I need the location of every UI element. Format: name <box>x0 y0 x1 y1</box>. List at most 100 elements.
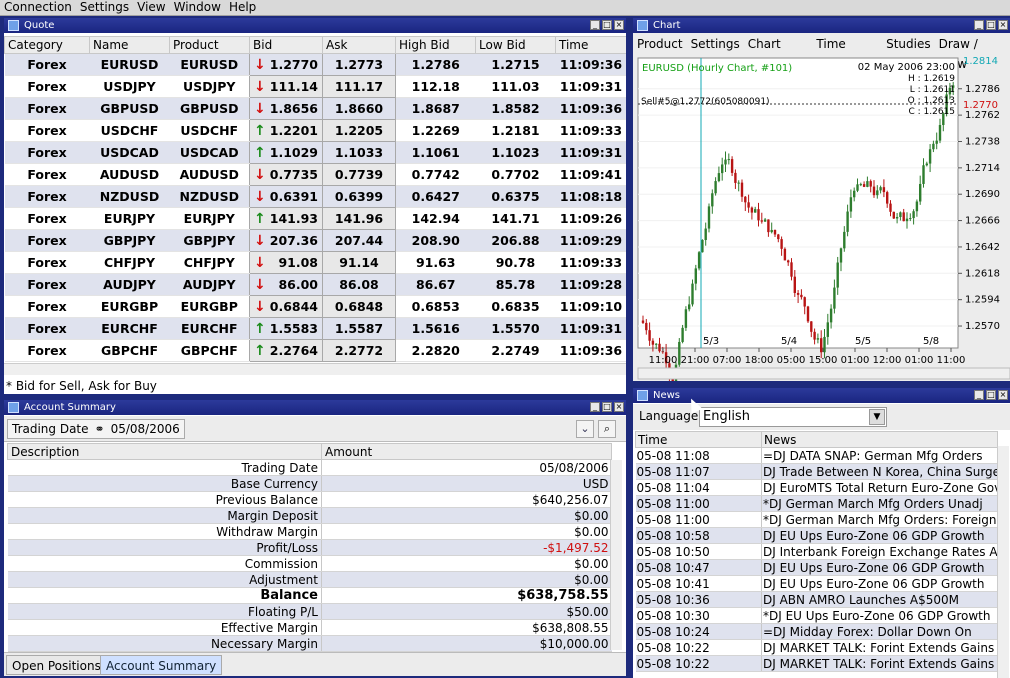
quote-row[interactable]: Forex EURJPY EURJPY ↑ 141.93 141.96 142.94 141.… <box>4 207 626 230</box>
maximize-icon[interactable]: □ <box>986 390 996 400</box>
ask-button[interactable]: 86.08 <box>322 273 396 296</box>
quote-row[interactable]: Forex EURCHF EURCHF ↑ 1.5583 1.5587 1.5616 1.55… <box>4 317 626 340</box>
column-header-news[interactable]: News <box>761 431 998 448</box>
ask-button[interactable]: 141.96 <box>322 207 396 230</box>
bid-button[interactable]: ↑ 141.93 <box>249 207 323 230</box>
menu-connection[interactable]: Connection <box>0 0 76 15</box>
chart-horizontal-scrollbar[interactable] <box>637 367 1010 380</box>
column-header-name[interactable]: Name <box>89 36 170 54</box>
news-row[interactable]: 05-08 11:07 DJ Trade Between N Korea, Chi… <box>635 463 998 480</box>
bid-button[interactable]: ↓ 86.00 <box>249 273 323 296</box>
column-header-time[interactable]: Time <box>555 36 626 54</box>
ask-button[interactable]: 1.2773 <box>322 53 396 76</box>
news-row[interactable]: 05-08 10:24 =DJ Midday Forex: Dollar Down… <box>635 623 998 640</box>
quote-row[interactable]: Forex GBPCHF GBPCHF ↑ 2.2764 2.2772 2.2820 2.27… <box>4 339 626 362</box>
news-row[interactable]: 05-08 11:00 *DJ German March Mfg Orders: … <box>635 511 998 528</box>
ask-button[interactable]: 0.6848 <box>322 295 396 318</box>
column-header-product[interactable]: Product <box>169 36 250 54</box>
ask-button[interactable]: 111.17 <box>322 75 396 98</box>
bid-button[interactable]: ↑ 2.2764 <box>249 339 323 362</box>
tab-open-positions[interactable]: Open Positions <box>6 655 107 675</box>
chart-menu-draw-view[interactable]: Draw / View <box>935 34 1010 71</box>
minimize-icon[interactable]: _ <box>590 20 600 30</box>
quote-row[interactable]: Forex USDCAD USDCAD ↑ 1.1029 1.1033 1.1061 1.10… <box>4 141 626 164</box>
close-icon[interactable]: × <box>998 390 1008 400</box>
chart-menu-settings[interactable]: Settings <box>687 34 744 54</box>
bid-button[interactable]: ↓ 0.6391 <box>249 185 323 208</box>
ask-button[interactable]: 0.6399 <box>322 185 396 208</box>
quote-titlebar[interactable]: Quote _ □ × <box>4 18 626 33</box>
column-header-description[interactable]: Description <box>7 443 322 460</box>
ask-button[interactable]: 1.8660 <box>322 97 396 120</box>
bid-button[interactable]: ↓ 91.08 <box>249 251 323 274</box>
news-row[interactable]: 05-08 10:36 DJ ABN AMRO Launches A$500M <box>635 591 998 608</box>
search-icon[interactable]: ⌕ <box>598 420 616 438</box>
news-row[interactable]: 05-08 10:50 DJ Interbank Foreign Exchange… <box>635 543 998 560</box>
quote-row[interactable]: Forex USDCHF USDCHF ↑ 1.2201 1.2205 1.2269 1.21… <box>4 119 626 142</box>
maximize-icon[interactable]: □ <box>986 20 996 30</box>
ask-button[interactable]: 1.1033 <box>322 141 396 164</box>
bid-button[interactable]: ↓ 111.14 <box>249 75 323 98</box>
news-row[interactable]: 05-08 10:41 DJ EU Ups Euro-Zone 06 GDP Gr… <box>635 575 998 592</box>
bid-button[interactable]: ↓ 0.6844 <box>249 295 323 318</box>
ask-button[interactable]: 207.44 <box>322 229 396 252</box>
language-select[interactable]: English ▼ <box>699 407 887 427</box>
trading-date-picker[interactable]: Trading Date ⚭ 05/08/2006 <box>7 419 185 439</box>
minimize-icon[interactable]: _ <box>590 402 600 412</box>
news-row[interactable]: 05-08 11:08 =DJ DATA SNAP: German Mfg Ord… <box>635 447 998 464</box>
quote-row[interactable]: Forex NZDUSD NZDUSD ↓ 0.6391 0.6399 0.6427 0.63… <box>4 185 626 208</box>
news-row[interactable]: 05-08 11:04 DJ EuroMTS Total Return Euro-… <box>635 479 998 496</box>
quote-row[interactable]: Forex AUDJPY AUDJPY ↓ 86.00 86.08 86.67 85.78 11… <box>4 273 626 296</box>
ask-button[interactable]: 1.2205 <box>322 119 396 142</box>
column-header-bid[interactable]: Bid <box>249 36 323 54</box>
ask-button[interactable]: 1.5587 <box>322 317 396 340</box>
close-icon[interactable]: × <box>998 20 1008 30</box>
ask-button[interactable]: 2.2772 <box>322 339 396 362</box>
quote-row[interactable]: Forex GBPUSD GBPUSD ↓ 1.8656 1.8660 1.8687 1.85… <box>4 97 626 120</box>
chart-menu-product[interactable]: Product <box>633 34 687 54</box>
maximize-icon[interactable]: □ <box>602 402 612 412</box>
close-icon[interactable]: × <box>614 20 624 30</box>
bid-button[interactable]: ↑ 1.2201 <box>249 119 323 142</box>
column-header-category[interactable]: Category <box>4 36 90 54</box>
close-icon[interactable]: × <box>614 402 624 412</box>
quote-row[interactable]: Forex GBPJPY GBPJPY ↓ 207.36 207.44 208.90 206.… <box>4 229 626 252</box>
account-vertical-scrollbar[interactable] <box>610 460 622 650</box>
bid-button[interactable]: ↓ 1.8656 <box>249 97 323 120</box>
news-row[interactable]: 05-08 10:47 DJ EU Ups Euro-Zone 06 GDP Gr… <box>635 559 998 576</box>
column-header-low-bid[interactable]: Low Bid <box>475 36 556 54</box>
ask-button[interactable]: 0.7739 <box>322 163 396 186</box>
news-row[interactable]: 05-08 10:58 DJ EU Ups Euro-Zone 06 GDP Gr… <box>635 527 998 544</box>
maximize-icon[interactable]: □ <box>602 20 612 30</box>
price-chart[interactable]: Sell#5@1.2772(605080091) EURUSD (Hourly … <box>633 56 1010 381</box>
bid-button[interactable]: ↑ 1.5583 <box>249 317 323 340</box>
news-row[interactable]: 05-08 11:00 *DJ German March Mfg Orders U… <box>635 495 998 512</box>
tab-account-summary[interactable]: Account Summary <box>100 655 223 675</box>
menu-help[interactable]: Help <box>225 0 260 15</box>
menu-settings[interactable]: Settings <box>76 0 133 15</box>
column-header-high-bid[interactable]: High Bid <box>395 36 476 54</box>
account-titlebar[interactable]: Account Summary _ □ × <box>4 400 626 415</box>
minimize-icon[interactable]: _ <box>974 20 984 30</box>
quote-row[interactable]: Forex CHFJPY CHFJPY ↓ 91.08 91.14 91.63 90.78 11… <box>4 251 626 274</box>
ask-button[interactable]: 91.14 <box>322 251 396 274</box>
quote-row[interactable]: Forex EURUSD EURUSD ↓ 1.2770 1.2773 1.2786 1.27… <box>4 53 626 76</box>
quote-row[interactable]: Forex EURGBP EURGBP ↓ 0.6844 0.6848 0.6853 0.68… <box>4 295 626 318</box>
chart-titlebar[interactable]: Chart _ □ × <box>633 18 1010 33</box>
column-header-ask[interactable]: Ask <box>322 36 396 54</box>
news-row[interactable]: 05-08 10:22 DJ MARKET TALK: Forint Extend… <box>635 639 998 656</box>
menu-window[interactable]: Window <box>170 0 225 15</box>
chart-menu-studies[interactable]: Studies <box>882 34 935 54</box>
menu-view[interactable]: View <box>133 0 169 15</box>
chart-menu-chart-type[interactable]: Chart Type <box>744 34 813 71</box>
bid-button[interactable]: ↓ 1.2770 <box>249 53 323 76</box>
bid-button[interactable]: ↑ 1.1029 <box>249 141 323 164</box>
news-vertical-scrollbar[interactable] <box>997 446 1009 678</box>
quote-row[interactable]: Forex USDJPY USDJPY ↓ 111.14 111.17 112.18 111.… <box>4 75 626 98</box>
quote-row[interactable]: Forex AUDUSD AUDUSD ↓ 0.7735 0.7739 0.7742 0.77… <box>4 163 626 186</box>
bid-button[interactable]: ↓ 0.7735 <box>249 163 323 186</box>
news-row[interactable]: 05-08 10:30 *DJ EU Ups Euro-Zone 06 GDP G… <box>635 607 998 624</box>
chart-menu-time-scale[interactable]: Time Scale <box>812 34 882 71</box>
news-row[interactable]: 05-08 10:22 DJ MARKET TALK: Forint Extend… <box>635 655 998 672</box>
column-header-time[interactable]: Time <box>635 431 762 448</box>
